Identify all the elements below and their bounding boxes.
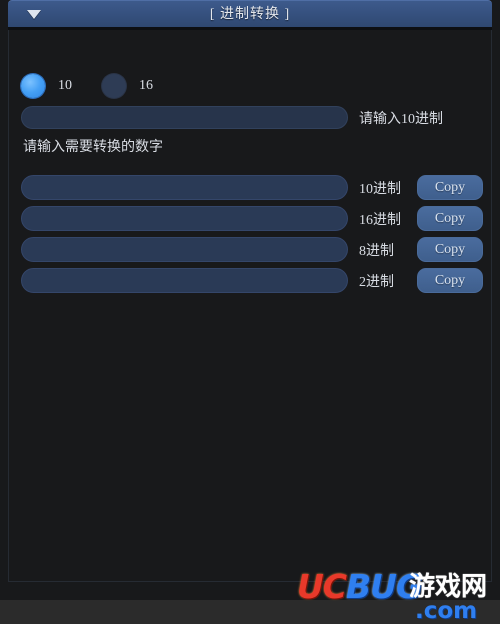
result-input-dec[interactable] [21,175,348,200]
radio-option-10[interactable]: 10 [21,74,72,98]
result-input-oct[interactable] [21,237,348,262]
watermark-brand: UCBUG [297,567,423,606]
radio-10-icon[interactable] [21,74,45,98]
copy-button-hex[interactable]: Copy [417,206,483,231]
window-content: 10 16 请输入10进制 请输入需要转换的数字 10进制 Copy 16进制 [8,30,492,623]
input-hint: 请输入需要转换的数字 [23,140,163,155]
result-row-hex: 16进制 Copy [21,203,483,234]
copy-button-dec[interactable]: Copy [417,175,483,200]
copy-button-bin[interactable]: Copy [417,268,483,293]
radio-16-label: 16 [139,78,153,93]
copy-button-oct[interactable]: Copy [417,237,483,262]
app-window: [ 进制转换 ] 10 16 请输入10进制 请输入需要转换的数字 10进制 C… [0,0,500,623]
result-input-bin[interactable] [21,268,348,293]
radio-16-icon[interactable] [102,74,126,98]
watermark-com: .com [415,598,478,624]
result-row-dec: 10进制 Copy [21,172,483,203]
watermark-logo: UCBUG 游戏网 .com [297,567,500,624]
result-label-hex: 16进制 [359,212,401,228]
result-input-hex[interactable] [21,206,348,231]
number-input[interactable] [21,106,348,129]
result-label-oct: 8进制 [359,243,394,259]
title-bar: [ 进制转换 ] [8,0,492,27]
number-input-label: 请输入10进制 [359,111,443,127]
watermark-uc: UC [297,567,347,606]
number-input-row: 请输入10进制 [21,106,481,129]
result-label-dec: 10进制 [359,181,401,197]
result-row-bin: 2进制 Copy [21,265,483,296]
base-selector: 10 16 [21,74,153,98]
radio-option-16[interactable]: 16 [102,74,153,98]
radio-10-label: 10 [58,78,72,93]
result-row-oct: 8进制 Copy [21,234,483,265]
result-label-bin: 2进制 [359,274,394,290]
page-title: [ 进制转换 ] [209,7,291,22]
results-list: 10进制 Copy 16进制 Copy 8进制 Copy 2进制 Copy [21,172,483,296]
